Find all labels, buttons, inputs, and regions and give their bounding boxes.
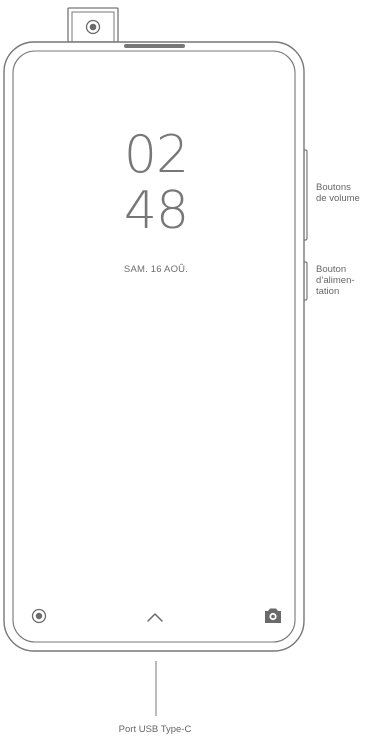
clock-hours: 02	[123, 125, 189, 185]
power-label-line-2: d’alimen-	[316, 275, 355, 286]
earpiece	[124, 44, 185, 48]
volume-buttons-label: Boutons de volume	[316, 182, 375, 204]
power-button-label: Bouton d’alimen- tation	[316, 264, 371, 297]
clock-minutes: 48	[123, 181, 189, 241]
phone-diagram	[3, 7, 308, 716]
power-label-line-3: tation	[316, 286, 340, 297]
volume-label-line-1: Boutons	[316, 182, 351, 193]
power-label-line-1: Bouton	[316, 264, 347, 275]
lock-screen-date: SAM. 16 AOÛ.	[123, 264, 189, 275]
volume-label-line-2: de volume	[316, 193, 360, 204]
usb-port-label: Port USB Type-C	[118, 724, 192, 735]
